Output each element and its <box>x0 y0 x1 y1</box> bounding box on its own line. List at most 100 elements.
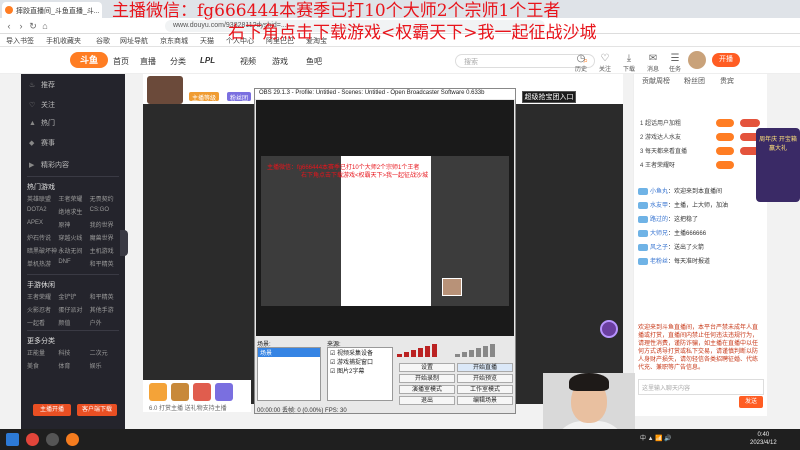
bookmark-item[interactable]: 网址导航 <box>120 36 148 46</box>
sidebar-category-item[interactable]: 体育 <box>58 361 89 370</box>
chat-username[interactable]: 风之子 <box>650 245 668 251</box>
sidebar-category-item[interactable]: 金铲铲 <box>58 292 89 301</box>
sidebar-category-item[interactable]: 永劫无间 <box>58 246 89 255</box>
gift-icon[interactable] <box>193 383 211 401</box>
system-clock[interactable]: 0:40 2023/4/12 <box>750 431 777 447</box>
audio-mixer[interactable] <box>397 341 513 357</box>
obs-preview-button[interactable]: 开始预览 <box>457 374 513 383</box>
sidebar-item-highlights[interactable]: ▶ 精彩内容 <box>29 160 69 170</box>
header-follow[interactable]: ♡ 关注 <box>594 53 616 73</box>
sidebar-item-follow[interactable]: ♡ 关注 <box>29 100 55 110</box>
chat-username[interactable]: 水友甲 <box>650 203 668 209</box>
sidebar-category-item[interactable]: 和平精英 <box>90 259 121 268</box>
sidebar-category-item[interactable]: 穿越火线 <box>58 233 89 242</box>
sidebar-category-item[interactable]: 其他手游 <box>90 305 121 314</box>
back-icon[interactable]: ‹ <box>4 21 14 31</box>
header-task[interactable]: ☰ 任务 <box>664 53 686 73</box>
sidebar-category-item[interactable]: APEX <box>27 220 58 229</box>
gift-icon[interactable] <box>149 383 167 401</box>
sidebar-category-item[interactable]: 颜值 <box>58 318 89 327</box>
sidebar-category-item[interactable]: 火影忍者 <box>27 305 58 314</box>
source-item[interactable]: ☑ 图片2字幕 <box>328 366 392 375</box>
app-icon[interactable] <box>26 433 39 446</box>
obs-exit-button[interactable]: 退出 <box>399 396 455 405</box>
sidebar-category-item[interactable]: 正能量 <box>27 348 58 357</box>
nav-games[interactable]: 游戏 <box>272 56 288 67</box>
scene-item[interactable]: 场景 <box>258 348 320 357</box>
sidebar-item-events[interactable]: ◆ 赛事 <box>29 138 55 148</box>
douyu-logo[interactable]: 斗鱼 <box>70 52 108 68</box>
rank-row[interactable]: 2 游戏达人水友 <box>640 132 764 144</box>
start-icon[interactable] <box>6 433 19 446</box>
chat-username[interactable]: 路过的 <box>650 217 668 223</box>
rank-row[interactable]: 4 王者荣耀呀 <box>640 160 764 172</box>
streamer-avatar[interactable] <box>147 76 183 104</box>
sidebar-category-item[interactable]: 无畏契约 <box>90 194 121 203</box>
chat-username[interactable]: 大师兄 <box>650 231 668 237</box>
bookmark-item[interactable]: 导入书签 <box>6 36 34 46</box>
floating-assistant-icon[interactable] <box>600 320 618 338</box>
rank-row[interactable]: 3 每天都来看直播 <box>640 146 764 158</box>
start-live-button[interactable]: 主播开播 <box>33 404 71 416</box>
nav-video[interactable]: 视频 <box>240 56 256 67</box>
scenes-list[interactable]: 场景 <box>257 347 321 401</box>
nav-home[interactable]: 首页 <box>113 56 129 67</box>
bookmark-item[interactable]: 谷歌 <box>96 36 110 46</box>
bookmark-item[interactable]: 天猫 <box>200 36 214 46</box>
nav-category[interactable]: 分类 <box>170 56 186 67</box>
obs-edit-scene-button[interactable]: 编辑场景 <box>457 396 513 405</box>
sidebar-category-item[interactable]: 炉石传说 <box>27 233 58 242</box>
browser-tab[interactable]: 摔跤直播间_斗鱼直播_斗... <box>2 2 102 18</box>
sidebar-category-item[interactable]: 绝地求生 <box>58 207 89 216</box>
obs-work-mode-button[interactable]: 工作室模式 <box>457 385 513 394</box>
sidebar-category-item[interactable]: 王者荣耀 <box>27 292 58 301</box>
source-item[interactable]: ☑ 视频采集设备 <box>328 348 392 357</box>
sidebar-category-item[interactable]: 主机游戏 <box>90 246 121 255</box>
sidebar-category-item[interactable]: 科技 <box>58 348 89 357</box>
header-history[interactable]: ◷ 历史 <box>570 53 592 73</box>
sidebar-category-item[interactable]: 王者荣耀 <box>58 194 89 203</box>
sidebar-category-item[interactable]: 我的世界 <box>90 220 121 229</box>
promo-banner[interactable]: 周年庆 开宝箱 赢大礼 <box>756 128 800 202</box>
tab-fan-club[interactable]: 粉丝团 <box>684 76 705 86</box>
sidebar-item-recommend[interactable]: ♨ 推荐 <box>29 80 55 90</box>
system-tray[interactable]: 中 ▲ 📶 🔊 <box>640 433 672 442</box>
sidebar-category-item[interactable]: 蛋仔派对 <box>58 305 89 314</box>
sidebar-category-item[interactable]: 和平精英 <box>90 292 121 301</box>
treasure-entry-button[interactable]: 超级抢宝团入口 <box>522 91 576 103</box>
obs-start-stream-button[interactable]: 开始直播 <box>457 363 513 372</box>
sidebar-category-item[interactable]: DOTA2 <box>27 207 58 216</box>
bookmark-item[interactable]: 手机收藏夹 <box>46 36 81 46</box>
nav-yuba[interactable]: 鱼吧 <box>306 56 322 67</box>
sources-list[interactable]: ☑ 视频采集设备 ☑ 游戏捕捉窗口 ☑ 图片2字幕 <box>327 347 393 401</box>
nav-lpl[interactable]: LPL <box>200 56 215 65</box>
obs-settings-button[interactable]: 设置 <box>399 363 455 372</box>
rank-row[interactable]: 1 超话用户加粗 <box>640 118 764 130</box>
sidebar-category-item[interactable]: 户外 <box>90 318 121 327</box>
forward-icon[interactable]: › <box>16 21 26 31</box>
chat-username[interactable]: 小鱼丸 <box>650 189 668 195</box>
obs-preview[interactable]: 主播微信：fg666444本赛季已打10个大师2个宗师1个王者 右下角点击下载游… <box>256 100 514 336</box>
firefox-icon[interactable] <box>66 433 79 446</box>
header-download[interactable]: ⤓ 下载 <box>618 53 640 73</box>
sidebar-category-item[interactable]: 暗黑破坏神 <box>27 246 58 255</box>
refresh-icon[interactable]: ↻ <box>28 21 38 31</box>
sidebar-category-item[interactable]: DNF <box>58 259 89 268</box>
chat-username[interactable]: 老粉丝 <box>650 259 668 265</box>
sidebar-category-item[interactable]: 魔兽世界 <box>90 233 121 242</box>
bookmark-item[interactable]: 京东商城 <box>160 36 188 46</box>
client-download-button[interactable]: 客户端下载 <box>77 404 117 416</box>
sidebar-collapse-handle[interactable] <box>120 230 128 256</box>
obs-studio-mode-button[interactable]: 演播室模式 <box>399 385 455 394</box>
sidebar-category-item[interactable]: 一起看 <box>27 318 58 327</box>
sidebar-category-item[interactable]: 二次元 <box>90 348 121 357</box>
obs-window[interactable]: OBS 29.1.3 - Profile: Untitled - Scenes:… <box>254 88 516 414</box>
gift-icon[interactable] <box>171 383 189 401</box>
sidebar-item-hot[interactable]: ▲ 热门 <box>29 118 55 128</box>
sidebar-category-item[interactable]: 单机热游 <box>27 259 58 268</box>
sidebar-category-item[interactable]: 娱乐 <box>90 361 121 370</box>
obs-start-record-button[interactable]: 开始录制 <box>399 374 455 383</box>
source-item[interactable]: ☑ 游戏捕捉窗口 <box>328 357 392 366</box>
gift-icon[interactable] <box>215 383 233 401</box>
chat-input[interactable]: 这里输入聊天内容 <box>638 379 764 395</box>
